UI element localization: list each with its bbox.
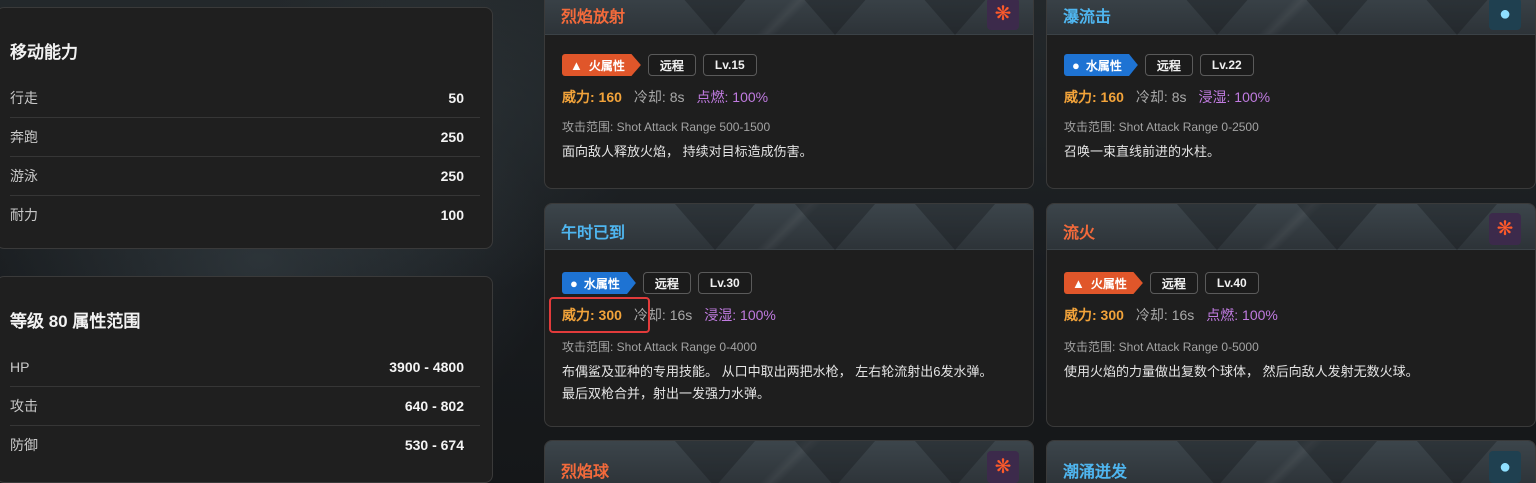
level-stats-panel: 等级 80 属性范围 HP 3900 - 4800 攻击 640 - 802 防… [0, 276, 493, 483]
skill-description: 召唤一束直线前进的水柱。 [1064, 144, 1221, 159]
skill-card[interactable]: 烈焰球 ❋ [544, 440, 1034, 483]
skill-card[interactable]: 流火 ❋ ▲ 火属性 远程 Lv.40 威力: 300 冷却: 16s 点燃: 1… [1046, 203, 1536, 427]
type-badge: 远程 [642, 272, 691, 294]
stat-label: 奔跑 [10, 129, 38, 145]
stat-row-run: 奔跑 250 [10, 117, 480, 156]
stat-value: 3900 - 4800 [389, 358, 464, 375]
stat-value: 530 - 674 [404, 437, 464, 453]
skill-power: 威力: 160 [562, 89, 622, 105]
skill-card-header [1047, 0, 1535, 35]
fire-icon: ❋ [987, 0, 1019, 30]
skill-card[interactable]: 潮涌迸发 ● [1046, 440, 1536, 483]
stat-label: HP [10, 358, 30, 375]
skill-name: 流火 [1063, 225, 1096, 242]
skill-effect: 浸湿: 100% [1198, 89, 1271, 105]
skill-power: 威力: 160 [1064, 89, 1124, 105]
stat-value: 250 [440, 168, 464, 184]
skill-name: 烈焰球 [561, 464, 610, 481]
fire-icon: ❋ [1489, 213, 1521, 245]
level-badge: Lv.40 [1204, 272, 1259, 294]
level-stats-title: 等级 80 属性范围 [10, 312, 141, 331]
skill-description: 布偶鲨及亚种的专用技能。 从口中取出两把水枪， 左右轮流射出6发水弹。 最后双枪… [562, 364, 993, 401]
stat-label: 防御 [10, 437, 38, 453]
skill-cooldown: 冷却: 8s [1135, 89, 1187, 105]
skill-card-header [1047, 204, 1535, 250]
element-badge: ▲ 火属性 [562, 54, 641, 76]
skill-description: 面向敌人释放火焰， 持续对目标造成伤害。 [562, 144, 813, 159]
stat-label: 游泳 [10, 168, 38, 184]
skill-effect: 浸湿: 100% [704, 307, 776, 323]
skill-range: 攻击范围: Shot Attack Range 0-2500 [1064, 120, 1259, 134]
stat-row-defense: 防御 530 - 674 [10, 425, 480, 464]
level-badge: Lv.30 [697, 272, 752, 294]
water-icon: ● [1489, 451, 1521, 483]
flame-icon: ▲ [570, 57, 583, 73]
fire-icon: ❋ [987, 451, 1019, 483]
water-drop-icon: ● [1072, 57, 1080, 73]
stat-label: 行走 [10, 89, 38, 106]
skill-card[interactable]: 烈焰放射 ❋ ▲ 火属性 远程 Lv.15 威力: 160 冷却: 8s 点燃: … [544, 0, 1034, 189]
flame-icon: ▲ [1072, 275, 1085, 291]
skill-name: 瀑流击 [1063, 9, 1112, 26]
skill-range: 攻击范围: Shot Attack Range 500-1500 [562, 120, 771, 134]
type-badge: 远程 [647, 54, 696, 76]
element-badge: ● 水属性 [1064, 54, 1138, 76]
stat-label: 耐力 [10, 207, 38, 223]
mobility-title: 移动能力 [10, 43, 78, 62]
skill-name: 潮涌迸发 [1063, 464, 1128, 481]
skill-name: 烈焰放射 [561, 9, 626, 26]
skill-cooldown: 冷却: 16s [1135, 307, 1195, 323]
stat-value: 50 [448, 89, 464, 106]
skill-description: 使用火焰的力量做出复数个球体， 然后向敌人发射无数火球。 [1064, 364, 1419, 379]
mobility-panel: 移动能力 行走 50 奔跑 250 游泳 250 耐力 100 [0, 7, 493, 249]
stat-row-hp: HP 3900 - 4800 [10, 347, 480, 386]
water-icon: ● [1489, 0, 1521, 30]
skill-effect: 点燃: 100% [1206, 307, 1278, 323]
water-drop-icon: ● [570, 275, 578, 291]
skill-range: 攻击范围: Shot Attack Range 0-4000 [562, 340, 757, 354]
level-badge: Lv.15 [702, 54, 757, 76]
element-badge: ▲ 火属性 [1064, 272, 1143, 294]
stat-value: 100 [440, 207, 464, 223]
stat-value: 640 - 802 [404, 398, 464, 414]
skill-power: 威力: 300 [1064, 307, 1124, 323]
highlight-box [549, 297, 650, 333]
element-badge: ● 水属性 [562, 272, 636, 294]
level-badge: Lv.22 [1199, 54, 1254, 76]
stat-value: 250 [440, 129, 464, 145]
skill-range: 攻击范围: Shot Attack Range 0-5000 [1064, 340, 1259, 354]
stat-row-stamina: 耐力 100 [10, 195, 480, 234]
skill-name: 午时已到 [561, 225, 626, 242]
stat-row-swim: 游泳 250 [10, 156, 480, 195]
stat-row-walk: 行走 50 [10, 78, 480, 117]
type-badge: 远程 [1144, 54, 1193, 76]
stat-row-attack: 攻击 640 - 802 [10, 386, 480, 425]
skill-card-header [545, 441, 1033, 483]
skill-card[interactable]: 瀑流击 ● ● 水属性 远程 Lv.22 威力: 160 冷却: 8s 浸湿: 1… [1046, 0, 1536, 189]
skill-effect: 点燃: 100% [696, 89, 769, 105]
stat-label: 攻击 [10, 398, 38, 414]
skill-cooldown: 冷却: 8s [633, 89, 685, 105]
type-badge: 远程 [1149, 272, 1198, 294]
